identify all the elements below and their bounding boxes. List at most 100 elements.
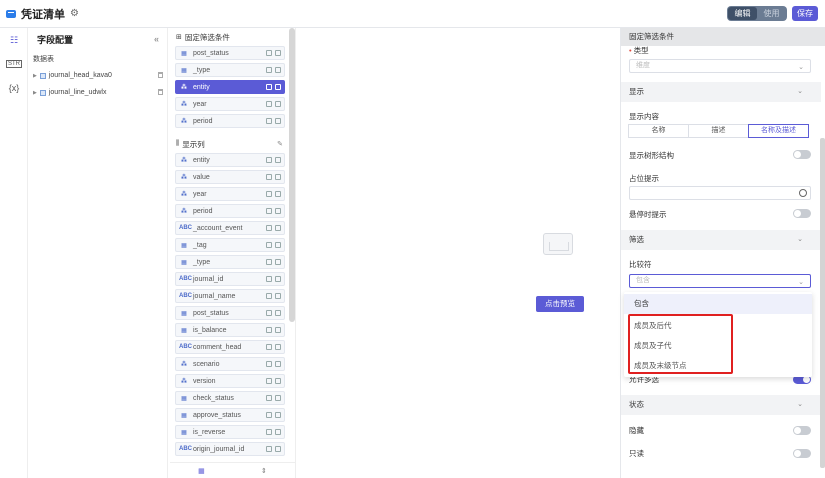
caret-right-icon[interactable]: ▶ (33, 90, 37, 96)
caret-right-icon[interactable]: ▶ (33, 73, 37, 79)
table-row[interactable]: ▶ journal_head_kava0 (28, 67, 167, 84)
settings-icon[interactable] (266, 208, 272, 214)
field-item[interactable]: ⁂ value (175, 170, 285, 184)
field-item[interactable]: ABC _account_event (175, 221, 285, 235)
display-option[interactable]: 名称 (628, 124, 689, 138)
delete-icon[interactable] (158, 72, 163, 78)
preview-button[interactable]: 点击预览 (536, 296, 584, 312)
settings-icon[interactable] (266, 395, 272, 401)
display-content-segment[interactable]: 名称 描述 名称及描述 (628, 124, 809, 138)
variable-icon[interactable]: {x} (0, 76, 28, 100)
field-item[interactable]: ⁂ year (175, 97, 285, 111)
hidden-toggle[interactable] (793, 426, 811, 435)
settings-icon[interactable] (266, 327, 272, 333)
field-item[interactable]: ⁂ period (175, 114, 285, 128)
delete-icon[interactable] (275, 293, 281, 299)
string-icon[interactable]: STR (0, 52, 28, 76)
state-section[interactable]: 状态 ⌄ (621, 395, 821, 415)
type-select[interactable]: 维度 ⌄ (629, 59, 811, 73)
field-item[interactable]: ABC origin_journal_id (175, 442, 285, 456)
delete-icon[interactable] (275, 259, 281, 265)
delete-icon[interactable] (275, 361, 281, 367)
settings-icon[interactable] (266, 446, 272, 452)
settings-icon[interactable] (266, 412, 272, 418)
field-item[interactable]: ▦ _type (175, 255, 285, 269)
properties-scrollbar[interactable] (820, 138, 825, 468)
delete-icon[interactable] (275, 50, 281, 56)
field-item[interactable]: ▦ approve_status (175, 408, 285, 422)
field-item[interactable]: ▦ check_status (175, 391, 285, 405)
list-scrollbar[interactable] (289, 28, 295, 322)
field-item[interactable]: ▦ _tag (175, 238, 285, 252)
gear-icon[interactable]: ⚙ (70, 8, 79, 19)
mode-use[interactable]: 使用 (757, 7, 786, 20)
settings-icon[interactable] (266, 67, 272, 73)
settings-icon[interactable] (266, 242, 272, 248)
field-item[interactable]: ⁂ version (175, 374, 285, 388)
settings-icon[interactable] (266, 361, 272, 367)
delete-icon[interactable] (275, 118, 281, 124)
delete-icon[interactable] (275, 378, 281, 384)
settings-icon[interactable] (266, 225, 272, 231)
delete-icon[interactable] (275, 225, 281, 231)
dropdown-option[interactable]: 包含 (624, 294, 812, 314)
field-item[interactable]: ⁂ entity (175, 153, 285, 167)
field-item[interactable]: ▦ is_balance (175, 323, 285, 337)
settings-icon[interactable] (266, 50, 272, 56)
edit-icon[interactable]: ✎ (277, 140, 283, 148)
field-item[interactable]: ⁂ scenario (175, 357, 285, 371)
settings-icon[interactable] (266, 344, 272, 350)
readonly-toggle[interactable] (793, 449, 811, 458)
globe-icon[interactable] (799, 189, 807, 197)
field-item[interactable]: ABC journal_id (175, 272, 285, 286)
settings-icon[interactable] (266, 259, 272, 265)
field-item[interactable]: ABC journal_name (175, 289, 285, 303)
settings-icon[interactable] (266, 310, 272, 316)
save-button[interactable]: 保存 (792, 6, 818, 21)
delete-icon[interactable] (275, 242, 281, 248)
delete-icon[interactable] (275, 208, 281, 214)
settings-icon[interactable] (266, 84, 272, 90)
field-item[interactable]: ⁂ entity (175, 80, 285, 94)
settings-icon[interactable] (266, 157, 272, 163)
filter-section[interactable]: 筛选 ⌄ (621, 230, 821, 250)
settings-icon[interactable] (266, 293, 272, 299)
field-item[interactable]: ▦ is_reverse (175, 425, 285, 439)
delete-icon[interactable] (275, 327, 281, 333)
delete-icon[interactable] (158, 89, 163, 95)
settings-icon[interactable] (266, 378, 272, 384)
table-row[interactable]: ▶ journal_line_udwlx (28, 84, 167, 101)
delete-icon[interactable] (275, 429, 281, 435)
delete-icon[interactable] (275, 191, 281, 197)
settings-icon[interactable] (266, 174, 272, 180)
comparator-select[interactable]: 包含 ⌄ (629, 274, 811, 288)
field-item[interactable]: ▦ _type (175, 63, 285, 77)
field-item[interactable]: ABC comment_head (175, 340, 285, 354)
field-item[interactable]: ⁂ period (175, 204, 285, 218)
settings-icon[interactable] (266, 191, 272, 197)
delete-icon[interactable] (275, 446, 281, 452)
mode-toggle[interactable]: 编辑 使用 (727, 6, 787, 21)
mode-edit[interactable]: 编辑 (728, 7, 757, 20)
display-option[interactable]: 描述 (688, 124, 749, 138)
placeholder-input[interactable] (629, 186, 811, 200)
delete-icon[interactable] (275, 101, 281, 107)
sort-icon[interactable]: ⇕ (261, 467, 267, 475)
settings-icon[interactable] (266, 429, 272, 435)
delete-icon[interactable] (275, 174, 281, 180)
field-item[interactable]: ▦ post_status (175, 306, 285, 320)
delete-icon[interactable] (275, 395, 281, 401)
delete-icon[interactable] (275, 157, 281, 163)
settings-icon[interactable] (266, 101, 272, 107)
field-item[interactable]: ⁂ year (175, 187, 285, 201)
delete-icon[interactable] (275, 84, 281, 90)
delete-icon[interactable] (275, 344, 281, 350)
delete-icon[interactable] (275, 67, 281, 73)
tree-toggle[interactable] (793, 150, 811, 159)
field-item[interactable]: ▦ post_status (175, 46, 285, 60)
delete-icon[interactable] (275, 276, 281, 282)
hover-toggle[interactable] (793, 209, 811, 218)
grid-view-icon[interactable]: ▦ (198, 467, 205, 475)
delete-icon[interactable] (275, 412, 281, 418)
collapse-icon[interactable]: « (154, 34, 159, 44)
